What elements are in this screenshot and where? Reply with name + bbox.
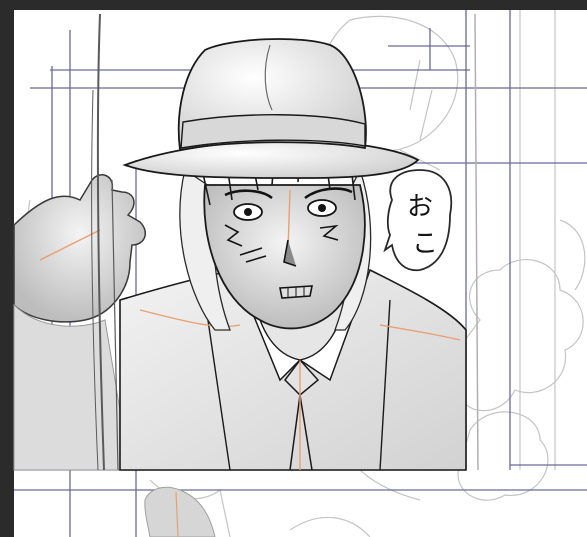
speech-bubble-char-1: お xyxy=(407,192,433,222)
speech-bubble: お こ xyxy=(383,169,453,272)
panel-gutter xyxy=(466,10,510,470)
speech-bubble-char-2: こ xyxy=(412,229,438,259)
drawing-canvas[interactable]: お こ xyxy=(0,0,587,537)
